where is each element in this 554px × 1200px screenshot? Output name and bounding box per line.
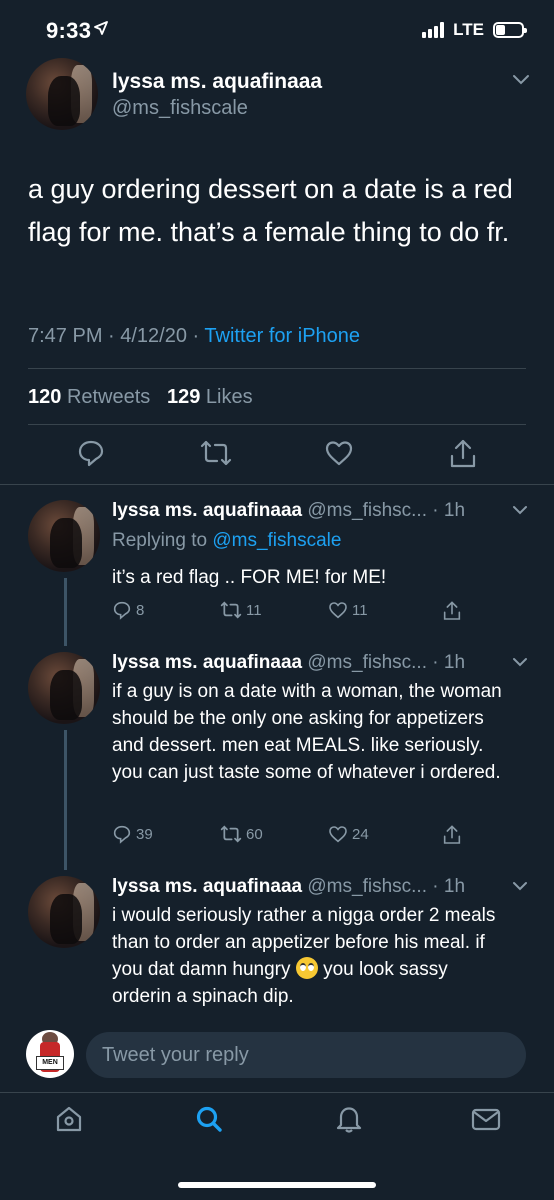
- eye-roll-emoji-icon: [295, 957, 318, 979]
- network-type: LTE: [453, 20, 484, 39]
- share-button[interactable]: [442, 600, 462, 622]
- thread-connector: [64, 730, 67, 870]
- reply-button[interactable]: 39: [112, 824, 153, 844]
- thread-connector: [64, 578, 67, 646]
- reply-header[interactable]: lyssa ms. aquafinaaa @ms_fishsc... · 1h: [112, 500, 465, 522]
- reply-count: 8: [136, 601, 145, 619]
- main-tweet-actions: [0, 438, 554, 474]
- reply-avatar[interactable]: [28, 876, 100, 948]
- main-tweet-text: a guy ordering dessert on a date is a re…: [28, 174, 513, 247]
- reply-author-handle[interactable]: @ms_fishsc...: [307, 876, 427, 897]
- reply-header[interactable]: lyssa ms. aquafinaaa @ms_fishsc... · 1h: [112, 876, 465, 898]
- share-icon: [443, 825, 461, 844]
- reply-author-name[interactable]: lyssa ms. aquafinaaa: [112, 876, 302, 897]
- reply-header[interactable]: lyssa ms. aquafinaaa @ms_fishsc... · 1h: [112, 652, 465, 674]
- engagement-counts: 120 Retweets 129 Likes: [28, 386, 253, 409]
- reply-input[interactable]: [86, 1032, 526, 1078]
- heart-icon: [329, 602, 347, 619]
- like-count: 11: [352, 601, 368, 619]
- tweet-timestamp: 7:47 PM · 4/12/20 ·: [28, 325, 205, 347]
- divider: [28, 368, 526, 369]
- retweet-icon: [220, 825, 242, 843]
- retweet-button[interactable]: 60: [220, 824, 263, 844]
- reply-author-handle[interactable]: @ms_fishsc...: [307, 500, 427, 521]
- reply-avatar[interactable]: [28, 500, 100, 572]
- reply-text: if a guy is on a date with a woman, the …: [112, 681, 502, 783]
- reply-actions: 39 60 24: [112, 824, 472, 850]
- share-button[interactable]: [442, 824, 462, 846]
- reply-age: · 1h: [432, 500, 466, 521]
- status-bar: 9:33 LTE: [0, 0, 554, 58]
- location-arrow-icon: [94, 21, 108, 35]
- chevron-down-icon[interactable]: [512, 74, 530, 86]
- retweet-count: 11: [246, 601, 262, 619]
- retweet-icon[interactable]: [200, 438, 232, 468]
- status-time: 9:33: [46, 18, 92, 43]
- retweet-icon: [220, 601, 242, 619]
- share-icon[interactable]: [448, 438, 478, 470]
- like-button[interactable]: 11: [328, 600, 368, 620]
- battery-icon: [493, 22, 527, 38]
- main-tweet-avatar[interactable]: [26, 58, 98, 130]
- home-icon[interactable]: [54, 1104, 84, 1134]
- reply-actions: 8 11 11: [112, 600, 472, 626]
- reply-button[interactable]: 8: [112, 600, 144, 620]
- chevron-down-icon[interactable]: [512, 881, 528, 892]
- main-tweet-author-handle[interactable]: @ms_fishscale: [112, 97, 248, 120]
- retweet-label[interactable]: Retweets: [67, 386, 150, 408]
- chevron-down-icon[interactable]: [512, 657, 528, 668]
- tweet-metadata: 7:47 PM · 4/12/20 · Twitter for iPhone: [28, 325, 360, 348]
- divider: [28, 424, 526, 425]
- reply-icon: [113, 601, 131, 620]
- divider: [0, 484, 554, 485]
- reply-icon[interactable]: [76, 438, 106, 468]
- reply-count: 39: [136, 825, 153, 843]
- chevron-down-icon[interactable]: [512, 505, 528, 516]
- reply-text: i would seriously rather a nigga order 2…: [112, 902, 512, 1010]
- retweet-count: 60: [246, 825, 263, 843]
- retweet-button[interactable]: 11: [220, 600, 262, 620]
- reply-author-name[interactable]: lyssa ms. aquafinaaa: [112, 652, 302, 673]
- replying-to-label: Replying to: [112, 530, 208, 551]
- reply-author-name[interactable]: lyssa ms. aquafinaaa: [112, 500, 302, 521]
- reply-text: it’s a red flag .. FOR ME! for ME!: [112, 567, 387, 588]
- signal-strength-icon: [422, 22, 445, 38]
- like-button[interactable]: 24: [328, 824, 369, 844]
- tweet-client-link[interactable]: Twitter for iPhone: [204, 325, 360, 347]
- reply-avatar[interactable]: [28, 652, 100, 724]
- like-label[interactable]: Likes: [206, 386, 253, 408]
- user-avatar[interactable]: MEN: [26, 1030, 74, 1078]
- bell-icon[interactable]: [334, 1104, 364, 1134]
- retweet-count[interactable]: 120: [28, 386, 61, 408]
- status-indicators: LTE: [422, 20, 527, 40]
- reply-icon: [113, 825, 131, 844]
- replying-to: Replying to @ms_fishscale: [112, 530, 341, 552]
- mail-icon[interactable]: [470, 1104, 502, 1134]
- reply-author-handle[interactable]: @ms_fishsc...: [307, 652, 427, 673]
- like-count[interactable]: 129: [167, 386, 200, 408]
- heart-icon: [329, 826, 347, 843]
- heart-icon[interactable]: [324, 438, 354, 468]
- reply-age: · 1h: [432, 652, 466, 673]
- like-count: 24: [352, 825, 369, 843]
- reply-compose-bar: MEN: [0, 1018, 554, 1090]
- replying-to-handle[interactable]: @ms_fishscale: [212, 530, 341, 551]
- share-icon: [443, 601, 461, 620]
- home-indicator[interactable]: [178, 1182, 376, 1188]
- search-icon[interactable]: [194, 1104, 224, 1134]
- bottom-tab-bar: [0, 1092, 554, 1200]
- avatar-sign-text: MEN: [36, 1056, 64, 1070]
- reply-age: · 1h: [432, 876, 466, 897]
- main-tweet-author-name[interactable]: lyssa ms. aquafinaaa: [112, 70, 322, 94]
